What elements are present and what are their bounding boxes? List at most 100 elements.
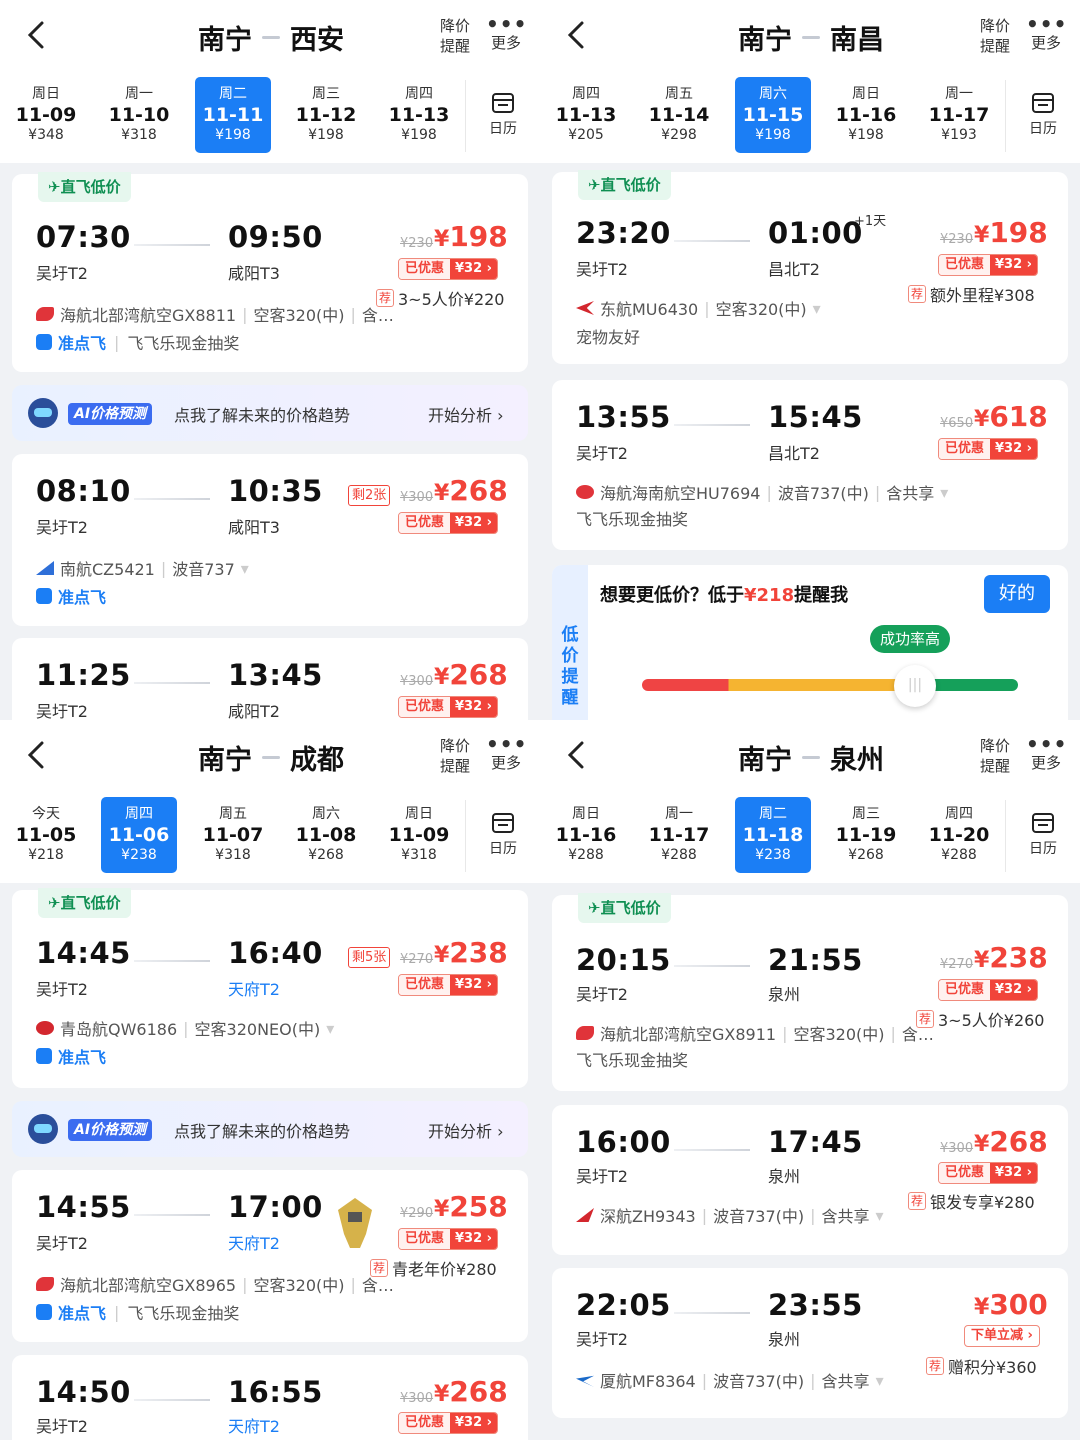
discount-badge[interactable]: 已优惠 ¥32 › <box>398 1228 499 1250</box>
discount-badge[interactable]: 已优惠 ¥32 › <box>938 979 1039 1001</box>
flight-card[interactable]: 16:00 吴圩T2 17:45 泉州 ¥300 ¥268 已优惠 ¥32 › 荐… <box>552 1105 1068 1255</box>
date-tab[interactable]: 周六 11-08 ¥268 <box>288 797 364 873</box>
airline-logo-icon <box>36 307 54 321</box>
date-tab-selected[interactable]: 周四 11-06 ¥238 <box>101 797 177 873</box>
flight-card[interactable]: ✈直飞低价 20:15 吴圩T2 21:55 泉州 ¥270 ¥238 已优惠 ¥… <box>552 893 1068 1091</box>
slider-handle[interactable]: ||| <box>894 665 936 707</box>
flight-card[interactable]: 11:25 吴圩T2 13:45 咸阳T2 ¥300 ¥268 已优惠 ¥32 › <box>12 638 528 720</box>
flight-card[interactable]: 13:55 吴圩T2 15:45 昌北T2 ¥650 ¥618 已优惠 ¥32 ›… <box>552 380 1068 550</box>
calendar-button[interactable]: 日历 <box>478 810 528 858</box>
date-tab[interactable]: 周五 11-07 ¥318 <box>195 797 271 873</box>
price-alert-button[interactable]: 降价 提醒 <box>438 736 472 776</box>
date-tab-selected[interactable]: 周六 11-15 ¥198 <box>735 77 811 153</box>
date-day: 11-16 <box>555 824 617 846</box>
date-tab[interactable]: 周四 11-20 ¥288 <box>921 797 997 873</box>
airline-logo-icon <box>576 301 594 315</box>
price-alert-button[interactable]: 降价 提醒 <box>978 16 1012 56</box>
calendar-icon <box>1032 93 1054 113</box>
date-tab[interactable]: 周一 11-17 ¥193 <box>921 77 997 153</box>
more-button[interactable]: ••• 更多 <box>486 734 526 773</box>
ai-price-forecast-banner[interactable]: AI价格预测 点我了解未来的价格趋势 开始分析 › <box>12 1101 528 1157</box>
flight-card[interactable]: 14:50 吴圩T2 16:55 天府T2 ¥300 ¥268 已优惠 ¥32 › <box>12 1355 528 1440</box>
discount-badge[interactable]: 已优惠 ¥32 › <box>398 974 499 996</box>
airline-info[interactable]: 海航北部湾航空GX8911 | 空客320(中) | 含… <box>576 1021 934 1045</box>
date-tab[interactable]: 周五 11-14 ¥298 <box>641 77 717 153</box>
date-tab[interactable]: 周日 11-16 ¥198 <box>828 77 904 153</box>
discount-amount: ¥32 › <box>450 975 498 995</box>
arrival-time: 01:00 <box>768 216 863 250</box>
date-tab[interactable]: 周三 11-12 ¥198 <box>288 77 364 153</box>
airline-logo-icon <box>36 561 54 575</box>
date-weekday: 周五 <box>219 806 247 822</box>
discount-badge[interactable]: 已优惠 ¥32 › <box>938 254 1039 276</box>
price-value: 258 <box>449 1190 508 1223</box>
price-slider-track[interactable] <box>642 679 1018 691</box>
original-price: ¥290 <box>400 1206 434 1221</box>
calendar-button[interactable]: 日历 <box>478 90 528 138</box>
calendar-button[interactable]: 日历 <box>1018 810 1068 858</box>
airline-info[interactable]: 海航北部湾航空GX8811 | 空客320(中) | 含… <box>36 302 394 326</box>
date-weekday: 周四 <box>945 806 973 822</box>
ok-button[interactable]: 好的 <box>984 575 1050 613</box>
flight-card[interactable]: 22:05 吴圩T2 23:55 泉州 ¥300 下单立减 › 荐赠积分¥360… <box>552 1268 1068 1418</box>
price-alert-button[interactable]: 降价 提醒 <box>978 736 1012 776</box>
flight-card[interactable]: 14:55 吴圩T2 17:00 天府T2 ¥290 ¥258 已优惠 ¥32 ›… <box>12 1170 528 1342</box>
flight-card[interactable]: ✈直飞低价 14:45 吴圩T2 16:40 天府T2 剩5张 ¥270 ¥23… <box>12 888 528 1088</box>
airline-info[interactable]: 厦航MF8364 | 波音737(中) | 含共享 ▾ <box>576 1368 890 1392</box>
airline-info[interactable]: 青岛航QW6186 | 空客320NEO(中) ▾ <box>36 1016 340 1040</box>
more-button[interactable]: ••• 更多 <box>1026 734 1066 773</box>
order-discount-badge[interactable]: 下单立减 › <box>964 1325 1040 1347</box>
flight-card[interactable]: 08:10 吴圩T2 10:35 咸阳T3 剩2张 ¥300 ¥268 已优惠 ¥… <box>12 454 528 626</box>
date-tab[interactable]: 周四 11-13 ¥205 <box>548 77 624 153</box>
date-day: 11-10 <box>108 104 170 126</box>
ai-price-forecast-banner[interactable]: AI价格预测 点我了解未来的价格趋势 开始分析 › <box>12 385 528 441</box>
date-tab[interactable]: 周一 11-10 ¥318 <box>101 77 177 153</box>
date-tab[interactable]: 周三 11-19 ¥268 <box>828 797 904 873</box>
start-analysis-link[interactable]: 开始分析 › <box>428 402 504 426</box>
start-analysis-link[interactable]: 开始分析 › <box>428 1118 504 1142</box>
discount-label: 已优惠 <box>939 980 991 1000</box>
arrival-time: 17:45 <box>768 1125 863 1159</box>
date-tab-selected[interactable]: 周二 11-18 ¥238 <box>735 797 811 873</box>
airline-logo-icon <box>36 1277 54 1291</box>
discount-badge[interactable]: 已优惠 ¥32 › <box>398 696 499 718</box>
airline-info[interactable]: 海航北部湾航空GX8965 | 空客320(中) | 含… <box>36 1272 394 1296</box>
airline-info[interactable]: 东航MU6430 | 空客320(中) ▾ <box>576 296 827 320</box>
promo-text: 飞飞乐现金抽奖 <box>576 1051 689 1070</box>
date-day: 11-06 <box>108 824 170 846</box>
punctual-text: 准点飞 <box>58 1304 107 1323</box>
flight-card[interactable]: ✈直飞低价 07:30 吴圩T2 09:50 咸阳T3 ¥230 ¥198 已优… <box>12 172 528 372</box>
back-arrow-icon[interactable] <box>22 18 52 52</box>
more-dots-icon: ••• <box>1026 12 1068 36</box>
date-tab-selected[interactable]: 周二 11-11 ¥198 <box>195 77 271 153</box>
more-button[interactable]: ••• 更多 <box>486 14 526 53</box>
date-tab[interactable]: 周日 11-09 ¥318 <box>381 797 457 873</box>
departure-airport: 吴圩T2 <box>36 702 88 720</box>
date-tab[interactable]: 周四 11-13 ¥198 <box>381 77 457 153</box>
back-arrow-icon[interactable] <box>562 18 592 52</box>
date-weekday: 周三 <box>852 806 880 822</box>
airline-info[interactable]: 海航海南航空HU7694 | 波音737(中) | 含共享 ▾ <box>576 480 954 504</box>
back-arrow-icon[interactable] <box>22 738 52 772</box>
flight-card[interactable]: ✈直飞低价 23:20 吴圩T2 01:00 +1天 昌北T2 ¥230 ¥19… <box>552 170 1068 364</box>
more-button[interactable]: ••• 更多 <box>1026 12 1068 53</box>
price-alert-button[interactable]: 降价 提醒 <box>438 16 472 56</box>
discount-badge[interactable]: 已优惠 ¥32 › <box>398 512 499 534</box>
date-tab[interactable]: 周日 11-16 ¥288 <box>548 797 624 873</box>
discount-badge[interactable]: 已优惠 ¥32 › <box>398 1412 499 1434</box>
departure-time: 20:15 <box>576 943 671 977</box>
discount-badge[interactable]: 已优惠 ¥32 › <box>938 1162 1039 1184</box>
date-tab[interactable]: 今天 11-05 ¥218 <box>8 797 84 873</box>
airline-info[interactable]: 南航CZ5421 | 波音737 ▾ <box>36 556 255 580</box>
feature-row: 准点飞 | 飞飞乐现金抽奖 <box>36 330 239 354</box>
airline-info[interactable]: 深航ZH9343 | 波音737(中) | 含共享 ▾ <box>576 1203 890 1227</box>
discount-badge[interactable]: 已优惠 ¥32 › <box>938 438 1039 460</box>
more-label: 更多 <box>490 34 521 52</box>
date-tab[interactable]: 周日 11-09 ¥348 <box>8 77 84 153</box>
back-arrow-icon[interactable] <box>562 738 592 772</box>
calendar-button[interactable]: 日历 <box>1018 90 1068 138</box>
discount-badge[interactable]: 已优惠 ¥32 › <box>398 258 499 280</box>
date-price: ¥198 <box>848 127 884 143</box>
date-tab[interactable]: 周一 11-17 ¥288 <box>641 797 717 873</box>
date-price: ¥318 <box>401 847 437 863</box>
